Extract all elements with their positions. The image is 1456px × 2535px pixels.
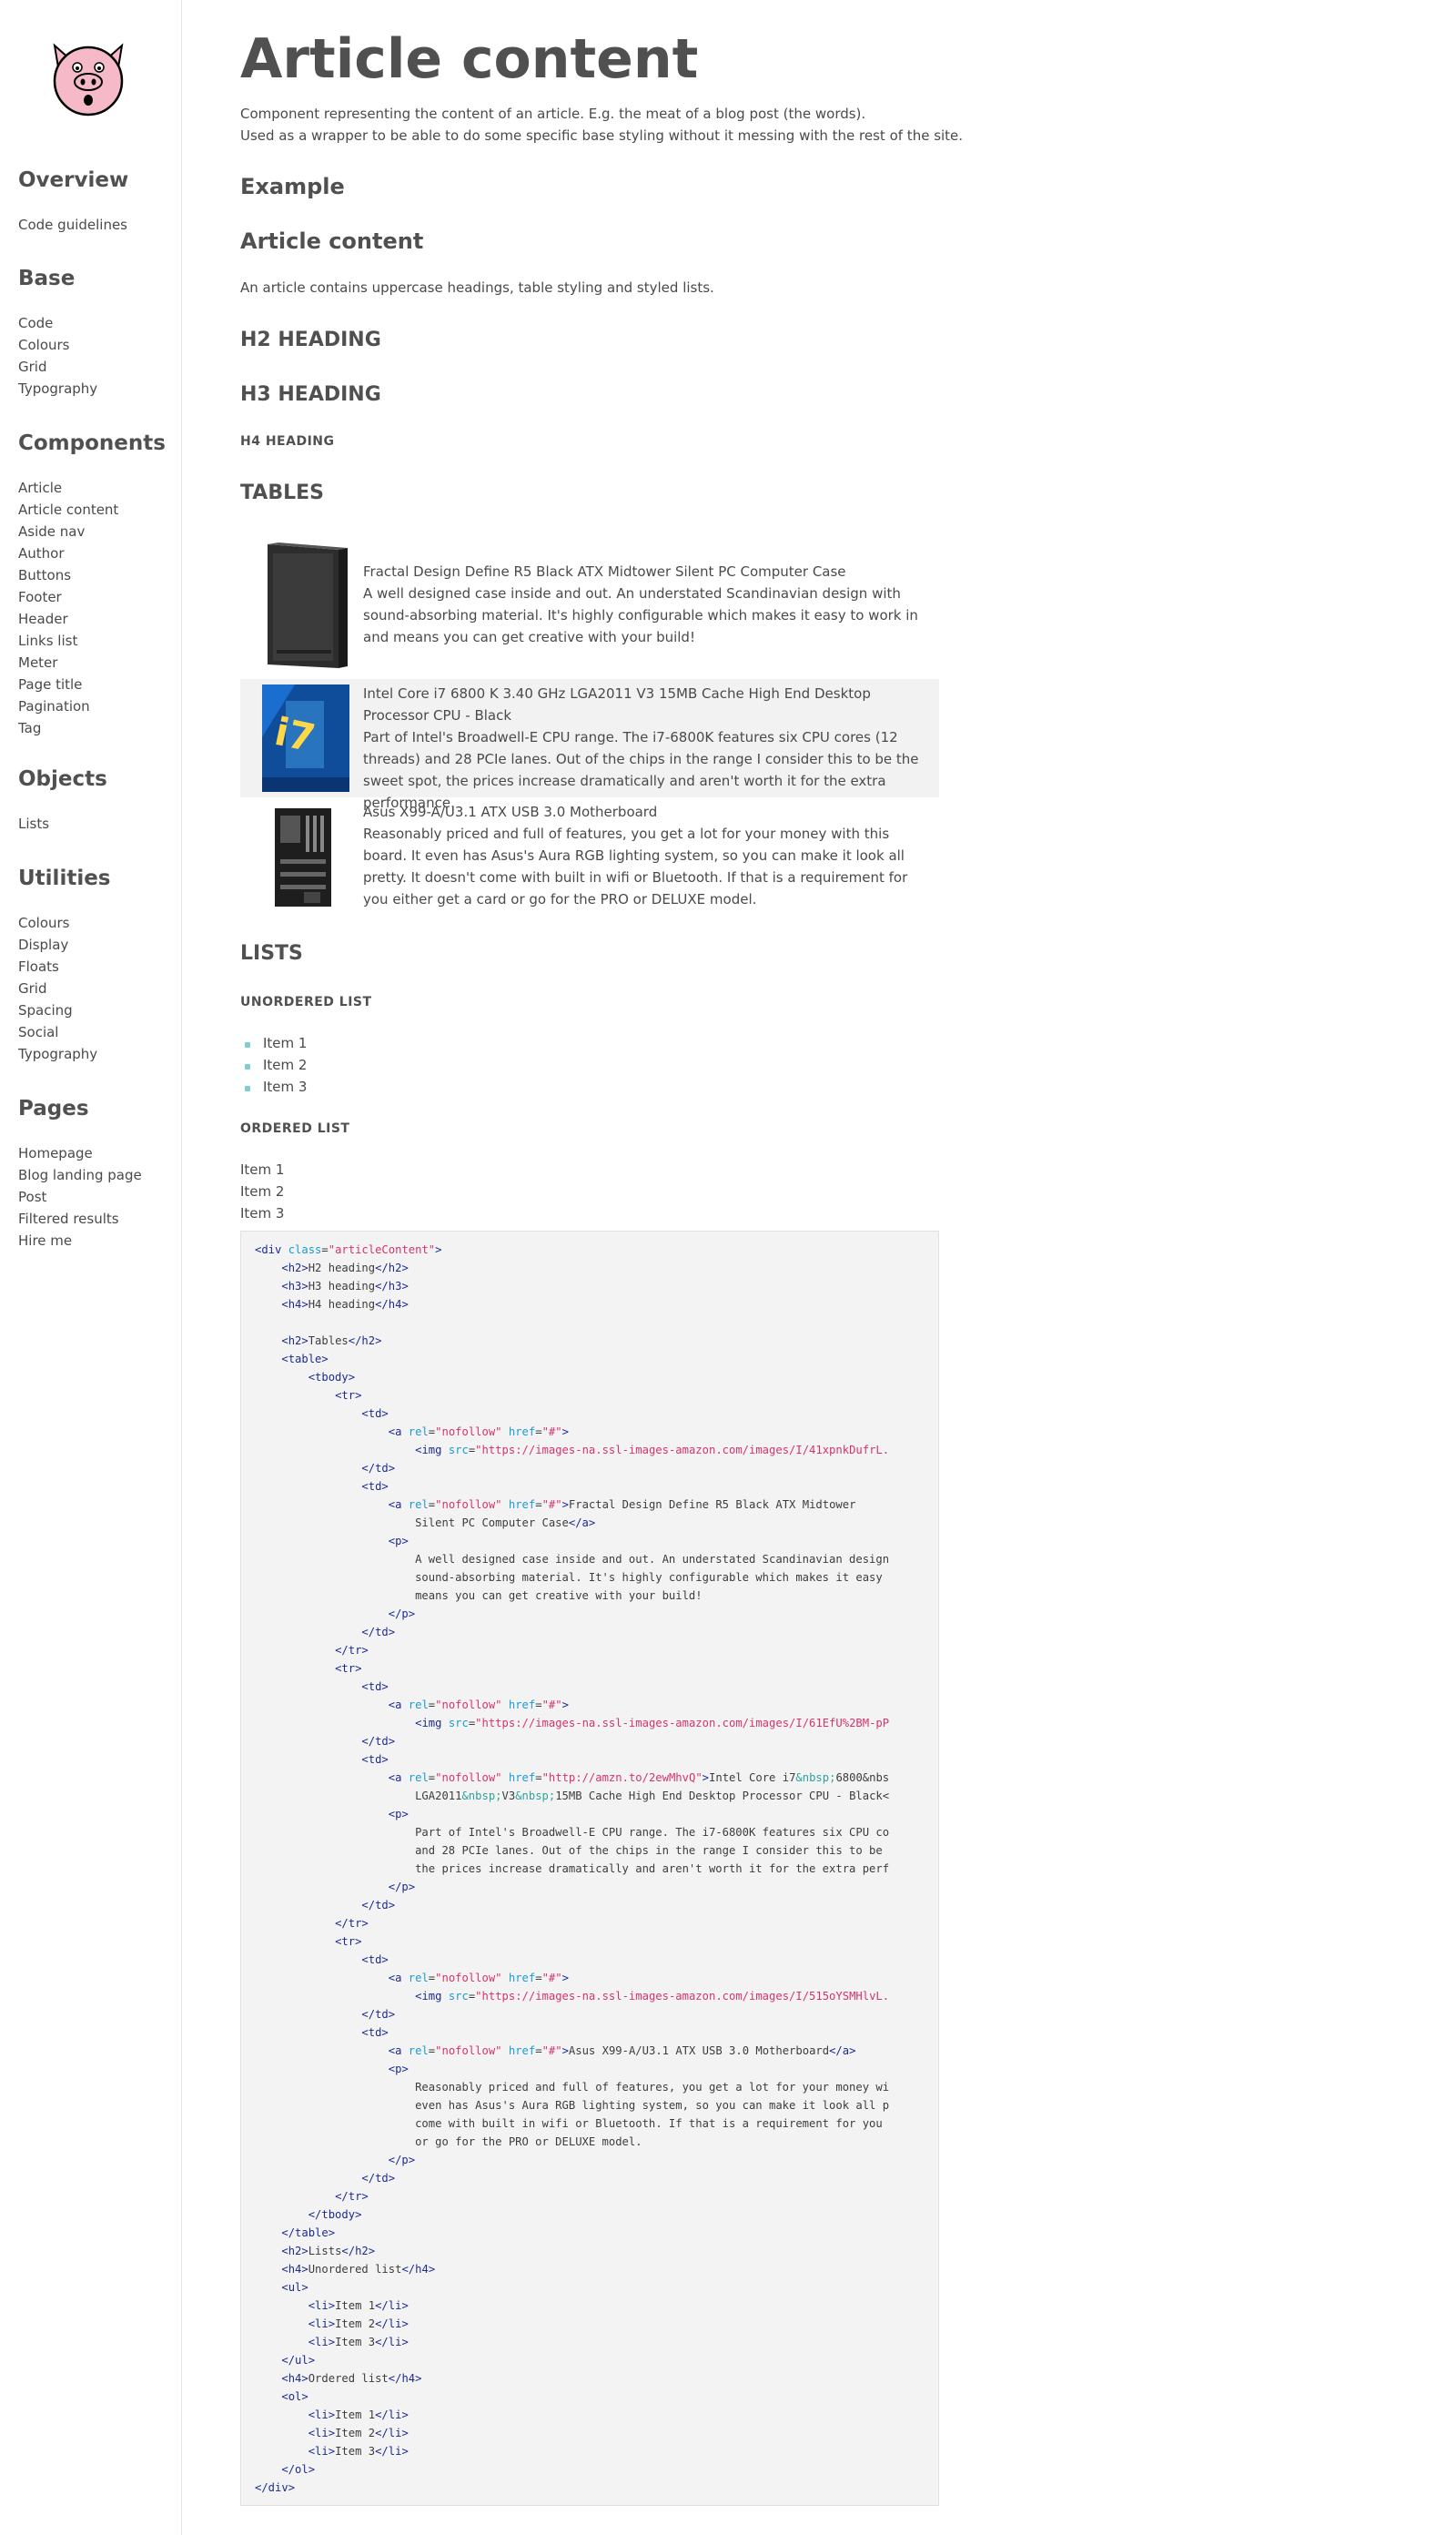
lists-heading: Lists bbox=[240, 942, 303, 965]
list-item: Item 3 bbox=[240, 1076, 307, 1098]
sidebar-item-blog-landing-page[interactable]: Blog landing page bbox=[18, 1164, 142, 1186]
sidebar-item-display[interactable]: Display bbox=[18, 934, 111, 956]
sidebar-item-homepage[interactable]: Homepage bbox=[18, 1142, 142, 1164]
sidebar-item-code-guidelines[interactable]: Code guidelines bbox=[18, 214, 128, 236]
sidebar-item-colours[interactable]: Colours bbox=[18, 334, 97, 356]
sidebar-item-lists[interactable]: Lists bbox=[18, 813, 107, 835]
nav-group-overview: Overview Code guidelines bbox=[18, 168, 128, 236]
sidebar-item-buttons[interactable]: Buttons bbox=[18, 564, 166, 586]
nav-list: Code Colours Grid Typography bbox=[18, 312, 97, 400]
example-heading: Example bbox=[240, 174, 345, 199]
pig-face-icon[interactable] bbox=[47, 40, 129, 117]
sidebar-item-article[interactable]: Article bbox=[18, 477, 166, 499]
unordered-list-heading: Unordered list bbox=[240, 995, 372, 1009]
sidebar-item-grid[interactable]: Grid bbox=[18, 978, 111, 999]
sidebar-item-article-content[interactable]: Article content bbox=[18, 499, 166, 521]
sidebar-item-tag[interactable]: Tag bbox=[18, 717, 166, 739]
nav-list: Code guidelines bbox=[18, 214, 128, 236]
sidebar-item-hire-me[interactable]: Hire me bbox=[18, 1230, 142, 1252]
lead-line: Component representing the content of an… bbox=[240, 106, 866, 122]
page-lead: Component representing the content of an… bbox=[240, 103, 963, 147]
page-title: Article content bbox=[240, 27, 699, 91]
sidebar-item-links-list[interactable]: Links list bbox=[18, 630, 166, 652]
sidebar-item-pagination[interactable]: Pagination bbox=[18, 695, 166, 717]
sidebar-item-typography[interactable]: Typography bbox=[18, 378, 97, 400]
code-block[interactable]: <div class="articleContent"> <h2>H2 head… bbox=[240, 1231, 939, 2506]
sidebar: Overview Code guidelines Base Code Colou… bbox=[0, 0, 182, 2535]
sidebar-item-spacing[interactable]: Spacing bbox=[18, 999, 111, 1021]
nav-group-objects: Objects Lists bbox=[18, 767, 107, 835]
lead-line: Used as a wrapper to be able to do some … bbox=[240, 127, 964, 144]
list-item: Item 2 bbox=[240, 1183, 285, 1200]
sidebar-item-header[interactable]: Header bbox=[18, 608, 166, 630]
list-item: Item 1 bbox=[240, 1032, 307, 1054]
product-link[interactable]: Intel Core i7 6800 K 3.40 GHz LGA2011 V3… bbox=[363, 683, 936, 726]
h3-heading: H3 Heading bbox=[240, 383, 381, 406]
cpu-box-image[interactable]: i7 bbox=[249, 683, 357, 794]
product-link[interactable]: Fractal Design Define R5 Black ATX Midto… bbox=[363, 561, 936, 583]
sidebar-item-page-title[interactable]: Page title bbox=[18, 674, 166, 695]
nav-group-pages: Pages Homepage Blog landing page Post Fi… bbox=[18, 1097, 142, 1252]
product-text: Intel Core i7 6800 K 3.40 GHz LGA2011 V3… bbox=[363, 683, 936, 814]
sidebar-item-filtered-results[interactable]: Filtered results bbox=[18, 1208, 142, 1230]
code-snippet: <div class="articleContent"> <h2>H2 head… bbox=[255, 1243, 890, 2494]
product-description: A well designed case inside and out. An … bbox=[363, 585, 918, 645]
nav-heading: Overview bbox=[18, 168, 129, 192]
nav-list: Homepage Blog landing page Post Filtered… bbox=[18, 1142, 142, 1252]
sidebar-item-social[interactable]: Social bbox=[18, 1021, 111, 1043]
list-item: Item 1 bbox=[240, 1161, 285, 1178]
nav-group-utilities: Utilities Colours Display Floats Grid Sp… bbox=[18, 867, 111, 1065]
tables-heading: Tables bbox=[240, 482, 324, 504]
sidebar-item-meter[interactable]: Meter bbox=[18, 652, 166, 674]
list-item: Item 2 bbox=[240, 1054, 307, 1076]
pc-case-image[interactable] bbox=[249, 541, 357, 672]
sidebar-item-floats[interactable]: Floats bbox=[18, 956, 111, 978]
sidebar-item-post[interactable]: Post bbox=[18, 1186, 142, 1208]
table-row: Fractal Design Define R5 Black ATX Midto… bbox=[240, 533, 939, 677]
motherboard-image[interactable] bbox=[249, 806, 357, 912]
sidebar-item-aside-nav[interactable]: Aside nav bbox=[18, 521, 166, 542]
table-row: Asus X99-A/U3.1 ATX USB 3.0 Motherboard … bbox=[240, 799, 939, 919]
table-row: i7 Intel Core i7 6800 K 3.40 GHz LGA2011… bbox=[240, 679, 939, 811]
h2-heading: H2 Heading bbox=[240, 329, 381, 351]
sidebar-item-footer[interactable]: Footer bbox=[18, 586, 166, 608]
nav-heading: Utilities bbox=[18, 867, 111, 890]
product-description: Reasonably priced and full of features, … bbox=[363, 826, 908, 908]
article-intro: An article contains uppercase headings, … bbox=[240, 279, 714, 296]
article-heading: Article content bbox=[240, 228, 424, 254]
nav-heading: Base bbox=[18, 267, 76, 290]
ordered-list-heading: Ordered list bbox=[240, 1121, 350, 1136]
nav-list: Article Article content Aside nav Author… bbox=[18, 477, 166, 739]
nav-heading: Objects bbox=[18, 767, 107, 791]
nav-list: Lists bbox=[18, 813, 107, 835]
unordered-list: Item 1 Item 2 Item 3 bbox=[240, 1032, 307, 1098]
product-link[interactable]: Asus X99-A/U3.1 ATX USB 3.0 Motherboard bbox=[363, 801, 936, 823]
product-text: Fractal Design Define R5 Black ATX Midto… bbox=[363, 561, 936, 648]
sidebar-item-grid[interactable]: Grid bbox=[18, 356, 97, 378]
nav-heading: Components bbox=[18, 431, 166, 455]
product-text: Asus X99-A/U3.1 ATX USB 3.0 Motherboard … bbox=[363, 801, 936, 910]
nav-heading: Pages bbox=[18, 1097, 89, 1120]
list-item: Item 3 bbox=[240, 1205, 285, 1222]
nav-list: Colours Display Floats Grid Spacing Soci… bbox=[18, 912, 111, 1065]
nav-group-components: Components Article Article content Aside… bbox=[18, 431, 166, 739]
h4-heading: H4 Heading bbox=[240, 434, 335, 449]
sidebar-item-code[interactable]: Code bbox=[18, 312, 97, 334]
sidebar-item-author[interactable]: Author bbox=[18, 542, 166, 564]
sidebar-item-colours[interactable]: Colours bbox=[18, 912, 111, 934]
nav-group-base: Base Code Colours Grid Typography bbox=[18, 267, 97, 400]
sidebar-item-typography[interactable]: Typography bbox=[18, 1043, 111, 1065]
ordered-list: Item 1 Item 2 Item 3 bbox=[240, 1159, 284, 1224]
